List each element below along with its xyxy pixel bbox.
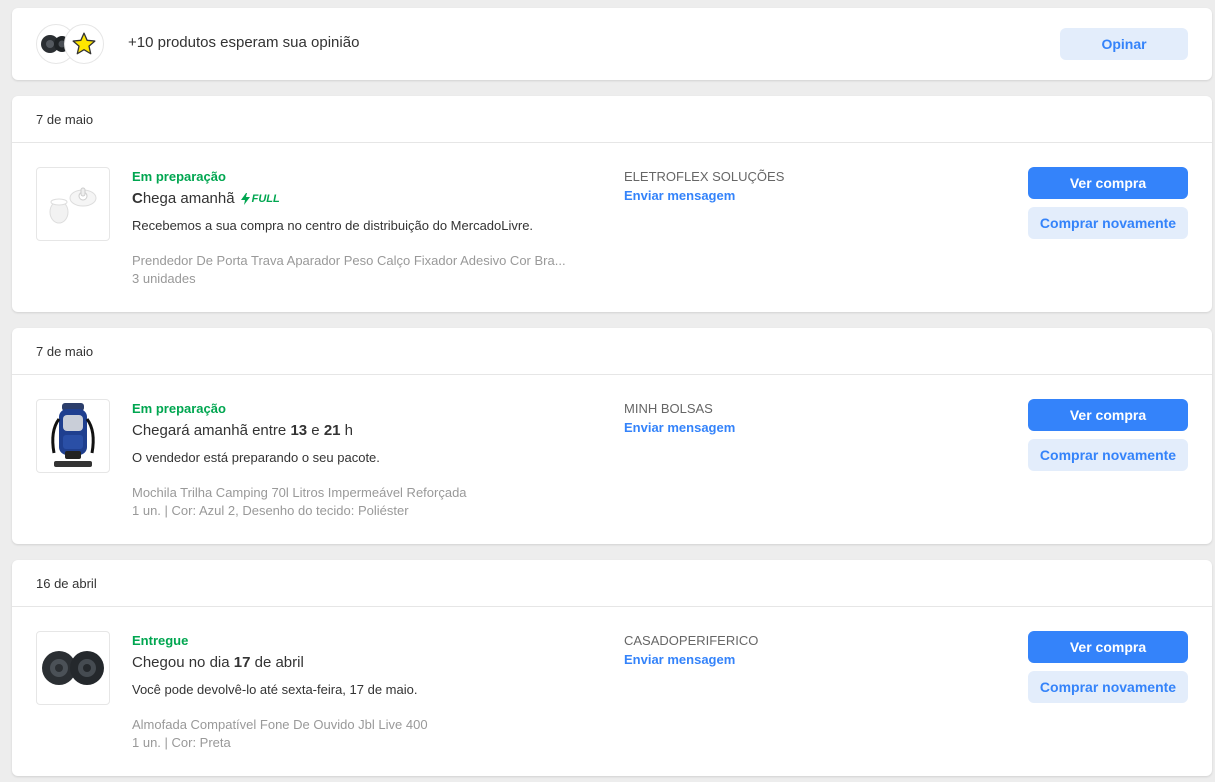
- order-description: Recebemos a sua compra no centro de dist…: [132, 218, 534, 233]
- review-thumbnails: [36, 24, 116, 64]
- buy-again-button[interactable]: Comprar novamente: [1028, 671, 1188, 703]
- order-description: O vendedor está preparando o seu pacote.: [132, 450, 380, 465]
- buy-again-button[interactable]: Comprar novamente: [1028, 207, 1188, 239]
- seller-name: ELETROFLEX SOLUÇÕES: [624, 169, 785, 184]
- view-purchase-button[interactable]: Ver compra: [1028, 167, 1188, 199]
- product-name: Mochila Trilha Camping 70l Litros Imperm…: [132, 485, 467, 500]
- star-icon: [64, 24, 104, 64]
- order-card: 7 de maio Em preparação Chega amanhã FUL…: [12, 96, 1212, 312]
- seller-name: CASADOPERIFERICO: [624, 633, 759, 648]
- opinar-button[interactable]: Opinar: [1060, 28, 1188, 60]
- delivery-title: Chegou no dia 17 de abril: [132, 654, 304, 671]
- product-quantity: 1 un. | Cor: Azul 2, Desenho do tecido: …: [132, 503, 409, 518]
- full-badge: FULL: [240, 192, 280, 205]
- product-name: Almofada Compatível Fone De Ouvido Jbl L…: [132, 717, 428, 732]
- buy-again-button[interactable]: Comprar novamente: [1028, 439, 1188, 471]
- order-date: 16 de abril: [12, 560, 1212, 607]
- view-purchase-button[interactable]: Ver compra: [1028, 399, 1188, 431]
- send-message-link[interactable]: Enviar mensagem: [624, 420, 735, 435]
- product-image[interactable]: [36, 167, 110, 241]
- product-image[interactable]: [36, 399, 110, 473]
- order-description: Você pode devolvê-lo até sexta-feira, 17…: [132, 682, 418, 697]
- order-date: 7 de maio: [12, 328, 1212, 375]
- seller-name: MINH BOLSAS: [624, 401, 713, 416]
- order-status: Em preparação: [132, 401, 226, 416]
- order-card: 16 de abril Entregue Chegou no dia 17 de…: [12, 560, 1212, 776]
- delivery-title: Chegará amanhã entre 13 e 21 h: [132, 422, 354, 439]
- product-name: Prendedor De Porta Trava Aparador Peso C…: [132, 253, 566, 268]
- order-card: 7 de maio Em preparação Chegará amanhã e…: [12, 328, 1212, 544]
- delivery-title: Chega amanhã FULL: [132, 190, 280, 207]
- order-status: Entregue: [132, 633, 189, 648]
- product-quantity: 1 un. | Cor: Preta: [132, 735, 231, 750]
- order-status: Em preparação: [132, 169, 226, 184]
- title-prefix: C: [132, 190, 143, 207]
- lightning-icon: [240, 192, 250, 205]
- product-image[interactable]: [36, 631, 110, 705]
- title-main: hega amanhã: [142, 190, 235, 207]
- order-date: 7 de maio: [12, 96, 1212, 143]
- product-quantity: 3 unidades: [132, 271, 196, 286]
- send-message-link[interactable]: Enviar mensagem: [624, 188, 735, 203]
- review-banner: +10 produtos esperam sua opinião Opinar: [12, 8, 1212, 80]
- send-message-link[interactable]: Enviar mensagem: [624, 652, 735, 667]
- view-purchase-button[interactable]: Ver compra: [1028, 631, 1188, 663]
- review-prompt-text: +10 produtos esperam sua opinião: [128, 34, 360, 51]
